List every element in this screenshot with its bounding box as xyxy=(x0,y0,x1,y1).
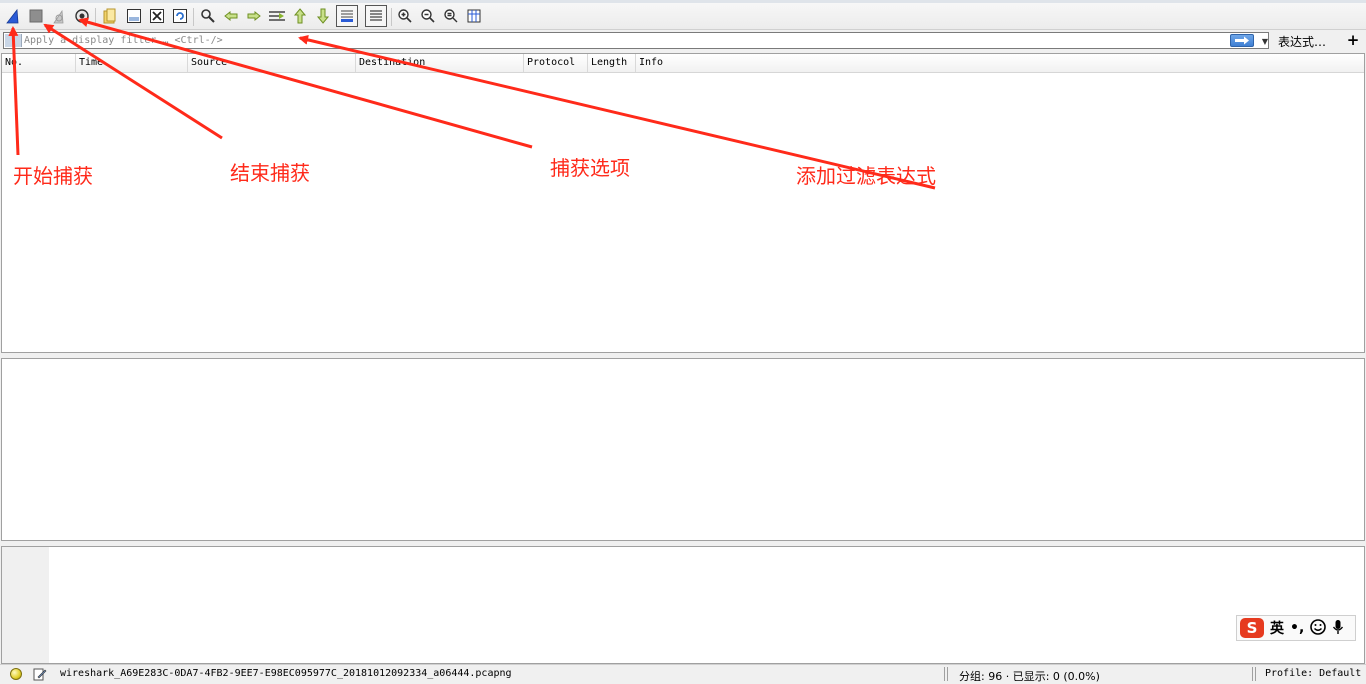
apply-filter-arrow-icon[interactable] xyxy=(1230,34,1254,47)
display-filter-box: ▼ xyxy=(3,32,1269,49)
zoom-out-icon[interactable] xyxy=(418,6,438,26)
save-file-icon[interactable] xyxy=(124,6,144,26)
expert-info-led-icon[interactable] xyxy=(10,668,22,680)
open-folder-icon[interactable] xyxy=(100,6,120,26)
edit-comment-icon[interactable] xyxy=(33,667,47,681)
normal-size-icon[interactable] xyxy=(441,6,461,26)
packet-details-pane[interactable] xyxy=(1,358,1365,541)
restart-fin-icon[interactable] xyxy=(49,6,69,26)
expression-button[interactable]: 表达式… xyxy=(1278,33,1326,50)
ime-logo: S xyxy=(1240,618,1264,638)
packet-bytes-pane[interactable] xyxy=(1,546,1365,664)
go-to-packet-icon[interactable] xyxy=(267,6,287,26)
ime-toolbar[interactable]: S 英 •, xyxy=(1236,615,1356,641)
column-header-length[interactable]: Length xyxy=(588,54,636,72)
find-packet-icon[interactable] xyxy=(198,6,218,26)
column-header-time[interactable]: Time xyxy=(76,54,188,72)
add-filter-button[interactable]: + xyxy=(1346,31,1360,49)
go-first-icon[interactable] xyxy=(290,6,310,26)
capture-file-name: wireshark_A69E283C-0DA7-4FB2-9EE7-E98EC0… xyxy=(60,668,512,679)
packet-list-pane[interactable]: No. Time Source Destination Protocol Len… xyxy=(1,53,1365,353)
chevron-down-icon[interactable]: ▼ xyxy=(1259,35,1271,47)
stop-square-icon[interactable] xyxy=(26,6,46,26)
bytes-offset-gutter xyxy=(2,547,49,663)
go-forward-icon[interactable] xyxy=(244,6,264,26)
shark-fin-start-icon[interactable] xyxy=(3,6,23,26)
bookmark-icon[interactable] xyxy=(5,34,22,47)
packet-list-header: No. Time Source Destination Protocol Len… xyxy=(2,54,1364,73)
ime-punctuation[interactable]: •, xyxy=(1290,620,1304,636)
microphone-icon[interactable] xyxy=(1332,619,1344,638)
colorize-icon[interactable] xyxy=(365,5,387,27)
column-header-no[interactable]: No. xyxy=(2,54,76,72)
gear-options-icon[interactable] xyxy=(72,6,92,26)
column-header-protocol[interactable]: Protocol xyxy=(524,54,588,72)
close-file-icon[interactable] xyxy=(147,6,167,26)
annotation-add-filter-expression: 添加过滤表达式 xyxy=(796,164,936,188)
main-toolbar xyxy=(0,0,1366,30)
annotation-start-capture: 开始捕获 xyxy=(13,164,93,188)
resize-columns-icon[interactable] xyxy=(464,6,484,26)
annotation-stop-capture: 结束捕获 xyxy=(230,161,310,185)
emoji-icon[interactable] xyxy=(1310,618,1327,638)
reload-icon[interactable] xyxy=(170,6,190,26)
ime-mode[interactable]: 英 xyxy=(1270,618,1284,638)
filter-toolbar: ▼ xyxy=(0,30,1366,52)
column-header-destination[interactable]: Destination xyxy=(356,54,524,72)
go-last-icon[interactable] xyxy=(313,6,333,26)
status-bar: wireshark_A69E283C-0DA7-4FB2-9EE7-E98EC0… xyxy=(0,664,1366,683)
autoscroll-icon[interactable] xyxy=(336,5,358,27)
packet-count-status: 分组: 96 · 已显示: 0 (0.0%) xyxy=(959,670,1100,683)
zoom-in-icon[interactable] xyxy=(395,6,415,26)
profile-status[interactable]: Profile: Default xyxy=(1265,668,1361,679)
go-back-icon[interactable] xyxy=(221,6,241,26)
display-filter-input[interactable] xyxy=(24,33,1224,48)
column-header-info[interactable]: Info xyxy=(636,54,1364,72)
column-header-source[interactable]: Source xyxy=(188,54,356,72)
annotation-capture-options: 捕获选项 xyxy=(550,156,630,180)
